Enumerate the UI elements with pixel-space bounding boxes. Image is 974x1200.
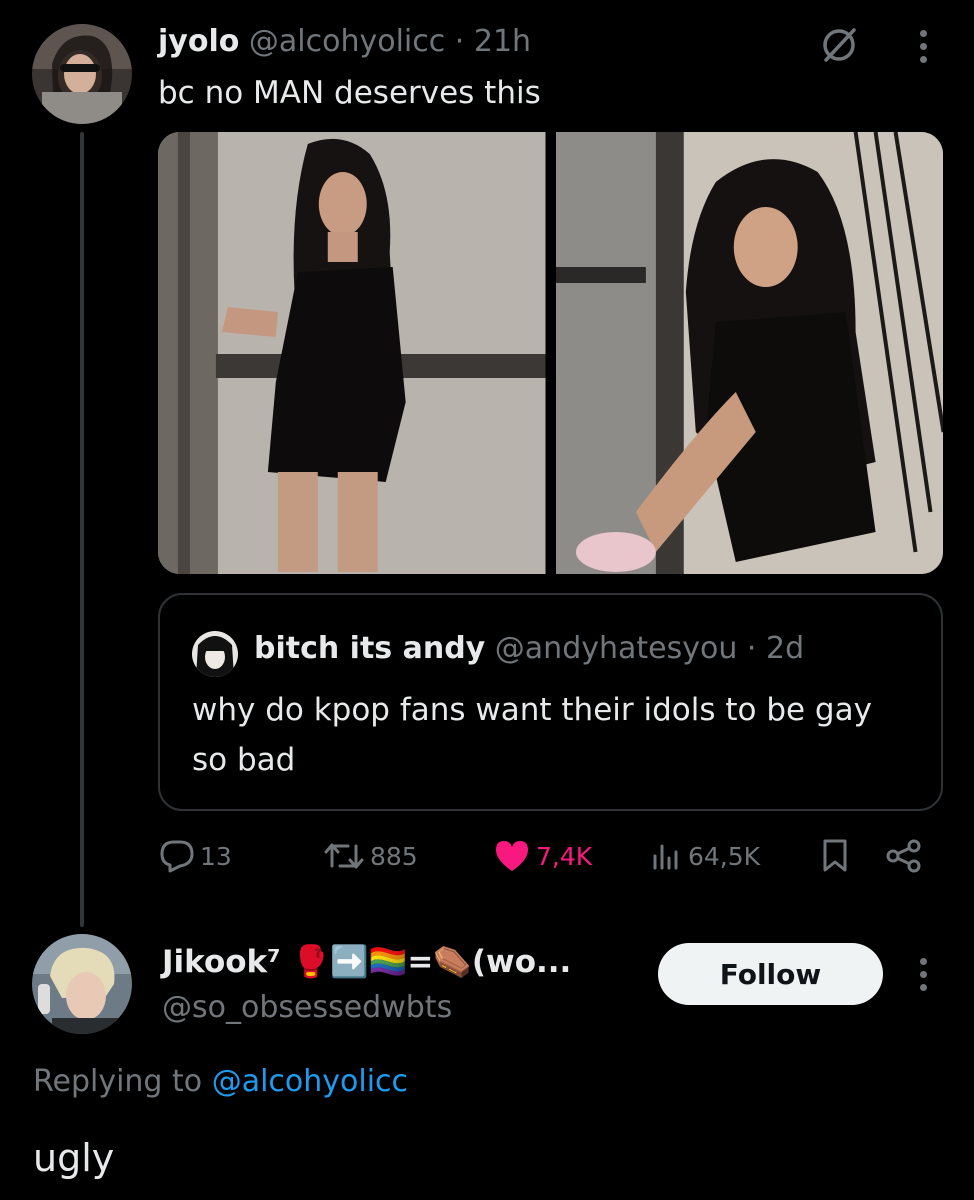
quoted-author-name[interactable]: bitch its andy [254, 631, 485, 666]
quoted-tweet[interactable]: bitch its andy @andyhatesyou · 2d why do… [158, 593, 943, 811]
grok-icon[interactable] [818, 24, 860, 66]
heart-icon [496, 841, 528, 871]
views-button[interactable]: 64,5K [650, 838, 760, 874]
thread-connector-line [80, 132, 84, 927]
retweet-icon [324, 843, 364, 869]
quoted-tweet-time[interactable]: 2d [766, 631, 804, 666]
replying-to-line: Replying to @alcohyolicc [33, 1060, 408, 1104]
reply-text: ugly [33, 1136, 115, 1180]
author-name[interactable]: jyolo [158, 24, 239, 59]
separator-dot: · [445, 24, 474, 59]
media-photo-1[interactable] [158, 132, 546, 574]
separator-dot: · [737, 631, 766, 666]
like-count: 7,4K [536, 841, 593, 871]
reply-author-avatar[interactable] [32, 934, 132, 1034]
more-options-icon[interactable] [918, 30, 928, 69]
author-handle[interactable]: @alcohyolicc [249, 24, 445, 59]
quoted-author-handle[interactable]: @andyhatesyou [495, 631, 738, 666]
tweet-actions: 13 885 7,4K 64,5K [158, 838, 958, 880]
reply-author-name[interactable]: Jikook⁷ 🥊➡️🏳️‍🌈=⚰️(wo... [162, 940, 571, 984]
reply-icon [160, 840, 194, 873]
reply-author-handle[interactable]: @so_obsessedwbts [162, 986, 452, 1030]
share-icon [886, 839, 921, 873]
quoted-tweet-text: why do kpop fans want their idols to be … [192, 692, 872, 778]
author-avatar-image [32, 24, 132, 124]
views-count: 64,5K [688, 841, 761, 871]
tweet-text: bc no MAN deserves this [158, 75, 541, 111]
quoted-tweet-header: bitch its andy @andyhatesyou · 2d [254, 629, 804, 669]
bookmark-icon [823, 839, 847, 872]
like-button[interactable]: 7,4K [492, 838, 592, 874]
author-avatar[interactable] [32, 24, 132, 124]
replying-to-prefix: Replying to [33, 1064, 203, 1099]
reply-count: 13 [200, 841, 232, 871]
follow-button[interactable]: Follow [658, 943, 883, 1005]
tweet-time[interactable]: 21h [474, 24, 531, 59]
reply-avatar-image [32, 934, 132, 1034]
quoted-author-avatar[interactable] [192, 631, 238, 677]
retweet-count: 885 [370, 841, 418, 871]
tweet-media[interactable] [158, 132, 943, 574]
retweet-button[interactable]: 885 [322, 838, 418, 874]
tweet-header: jyolo @alcohyolicc · 21h [158, 22, 531, 62]
bookmark-button[interactable] [820, 838, 850, 874]
reply-button[interactable]: 13 [158, 838, 232, 874]
reply-more-options-icon[interactable] [918, 958, 928, 997]
share-button[interactable] [884, 838, 924, 874]
media-photo-2[interactable] [555, 132, 943, 574]
replying-to-handle[interactable]: @alcohyolicc [212, 1064, 408, 1099]
views-icon [653, 844, 678, 870]
